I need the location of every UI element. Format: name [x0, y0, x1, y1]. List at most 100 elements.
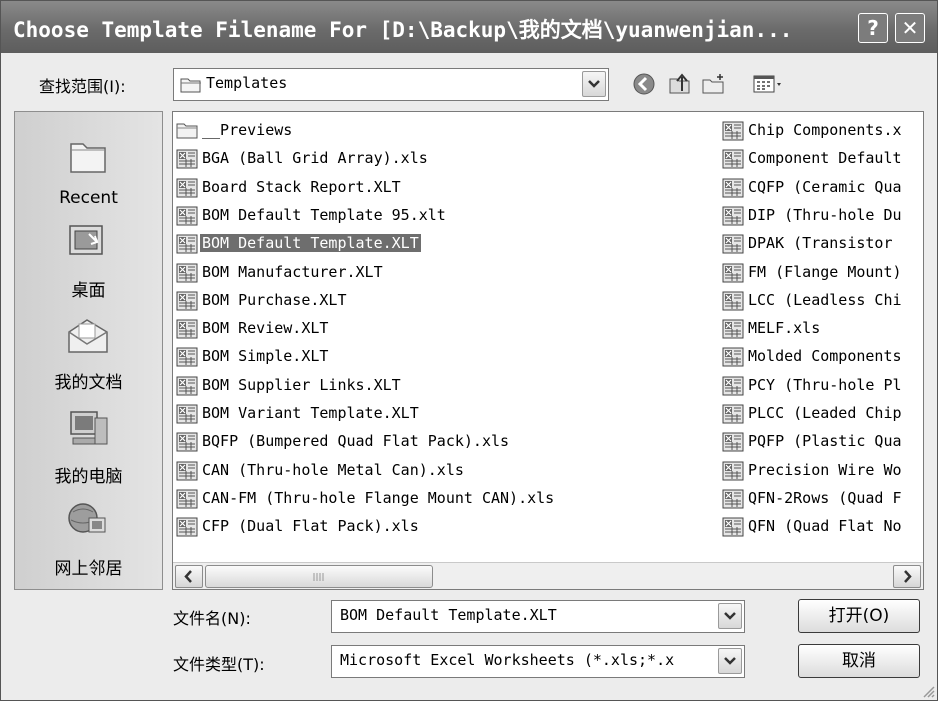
filetype-value: Microsoft Excel Worksheets (*.xls;*.x: [340, 651, 675, 669]
file-name: Molded Components: [748, 347, 902, 366]
place-label: 我的文档: [54, 373, 123, 393]
chevron-down-icon[interactable]: [582, 71, 606, 97]
file-name: BOM Variant Template.XLT: [202, 404, 419, 422]
my-documents-icon: [68, 319, 108, 353]
window-title: Choose Template Filename For [D:\Backup\…: [13, 18, 793, 42]
close-button[interactable]: ✕: [895, 13, 925, 43]
desktop-icon: [69, 225, 103, 255]
place-desktop[interactable]: 桌面: [15, 220, 162, 312]
spreadsheet-file-icon: [722, 121, 744, 145]
file-name: QFN-2Rows (Quad F: [748, 488, 902, 507]
file-name: LCC (Leadless Chi: [748, 290, 902, 309]
spreadsheet-file-icon: [176, 291, 198, 315]
folder-icon: [180, 76, 202, 97]
grip-icon: [313, 573, 324, 581]
filename-value: BOM Default Template.XLT: [340, 606, 557, 624]
resize-grip-icon[interactable]: [919, 682, 935, 698]
file-name: MELF.xls: [748, 319, 821, 338]
place-label: Recent: [59, 188, 118, 208]
place-label: 桌面: [71, 281, 106, 301]
file-name: BQFP (Bumpered Quad Flat Pack).xls: [202, 432, 510, 451]
file-name: BGA (Ball Grid Array).xls: [202, 149, 428, 168]
chevron-right-icon: [904, 570, 912, 583]
place-recent[interactable]: Recent: [15, 132, 162, 224]
spreadsheet-file-icon: [722, 517, 744, 541]
spreadsheet-file-icon: [176, 263, 198, 287]
filename-field[interactable]: BOM Default Template.XLT: [331, 600, 745, 633]
recent-icon: [70, 143, 106, 173]
scroll-left-button[interactable]: [175, 565, 203, 588]
open-button[interactable]: 打开(O): [798, 599, 920, 633]
spreadsheet-file-icon: [722, 376, 744, 400]
file-name: Component Default: [748, 149, 902, 168]
chevron-down-icon[interactable]: [718, 648, 742, 674]
file-name: DIP (Thru-hole Du: [748, 205, 902, 224]
file-name: BOM Default Template 95.xlt: [202, 205, 446, 224]
file-name: BOM Simple.XLT: [202, 347, 329, 366]
place-label: 网上邻居: [54, 559, 123, 579]
place-network[interactable]: 网上邻居: [15, 498, 162, 590]
help-button[interactable]: ?: [858, 13, 888, 43]
spreadsheet-file-icon: [176, 234, 198, 258]
up-folder-icon[interactable]: [667, 71, 693, 97]
spreadsheet-file-icon: [722, 347, 744, 371]
spreadsheet-file-icon: [722, 291, 744, 315]
new-folder-icon[interactable]: [701, 71, 727, 97]
spreadsheet-file-icon: [722, 489, 744, 513]
spreadsheet-file-icon: [722, 149, 744, 173]
file-name: CFP (Dual Flat Pack).xls: [202, 517, 419, 536]
spreadsheet-file-icon: [176, 206, 198, 230]
file-name: PCY (Thru-hole Pl: [748, 375, 902, 394]
file-name: CAN (Thru-hole Metal Can).xls: [202, 460, 464, 479]
scroll-thumb[interactable]: [205, 565, 433, 588]
file-name: BOM Manufacturer.XLT: [202, 262, 383, 281]
spreadsheet-file-icon: [176, 404, 198, 428]
file-name: DPAK (Transistor: [748, 234, 893, 253]
file-name: QFN (Quad Flat No: [748, 517, 902, 536]
spreadsheet-file-icon: [176, 319, 198, 343]
file-name: Precision Wire Wo: [748, 460, 902, 479]
filetype-label: 文件类型(T):: [173, 655, 265, 674]
spreadsheet-file-icon: [176, 517, 198, 541]
scroll-right-button[interactable]: [893, 565, 921, 588]
file-name: CQFP (Ceramic Qua: [748, 177, 902, 196]
file-list[interactable]: __Previews BGA (Ball Grid Array).xls Board…: [172, 111, 924, 590]
file-name: FM (Flange Mount): [748, 262, 902, 281]
spreadsheet-file-icon: [722, 461, 744, 485]
file-name: CAN-FM (Thru-hole Flange Mount CAN).xls: [202, 488, 555, 507]
spreadsheet-file-icon: [722, 404, 744, 428]
lookin-label: 查找范围(I):: [39, 77, 126, 96]
spreadsheet-file-icon: [176, 432, 198, 456]
cancel-button[interactable]: 取消: [798, 644, 920, 678]
file-name: BOM Review.XLT: [202, 319, 329, 338]
lookin-value: Templates: [206, 74, 288, 92]
lookin-combo[interactable]: Templates: [173, 68, 609, 101]
spreadsheet-file-icon: [722, 178, 744, 202]
spreadsheet-file-icon: [722, 432, 744, 456]
file-name: BOM Default Template.XLT: [200, 234, 421, 253]
file-name: Board Stack Report.XLT: [202, 177, 401, 196]
file-name: BOM Purchase.XLT: [202, 290, 347, 309]
file-name: __Previews: [202, 121, 293, 139]
chevron-down-icon[interactable]: [718, 603, 742, 629]
file-name: BOM Supplier Links.XLT: [202, 375, 401, 394]
spreadsheet-file-icon: [176, 178, 198, 202]
file-name: PLCC (Leaded Chip: [748, 404, 902, 422]
place-my-documents[interactable]: 我的文档: [15, 312, 162, 404]
views-menu-icon[interactable]: [751, 71, 787, 97]
title-bar[interactable]: Choose Template Filename For [D:\Backup\…: [1, 1, 937, 53]
place-label: 我的电脑: [54, 467, 123, 487]
places-bar: Recent 桌面 我的文档 我的电脑 网上邻居: [14, 111, 163, 590]
spreadsheet-file-icon: [722, 234, 744, 258]
place-my-computer[interactable]: 我的电脑: [15, 406, 162, 498]
spreadsheet-file-icon: [176, 149, 198, 173]
spreadsheet-file-icon: [722, 206, 744, 230]
file-dialog-window: Choose Template Filename For [D:\Backup\…: [0, 0, 938, 701]
back-icon[interactable]: [631, 71, 657, 97]
spreadsheet-file-icon: [722, 263, 744, 287]
filename-label: 文件名(N):: [173, 609, 251, 628]
spreadsheet-file-icon: [176, 347, 198, 371]
filetype-select[interactable]: Microsoft Excel Worksheets (*.xls;*.x: [331, 645, 745, 678]
horizontal-scrollbar[interactable]: [173, 562, 923, 589]
network-icon: [68, 503, 106, 533]
